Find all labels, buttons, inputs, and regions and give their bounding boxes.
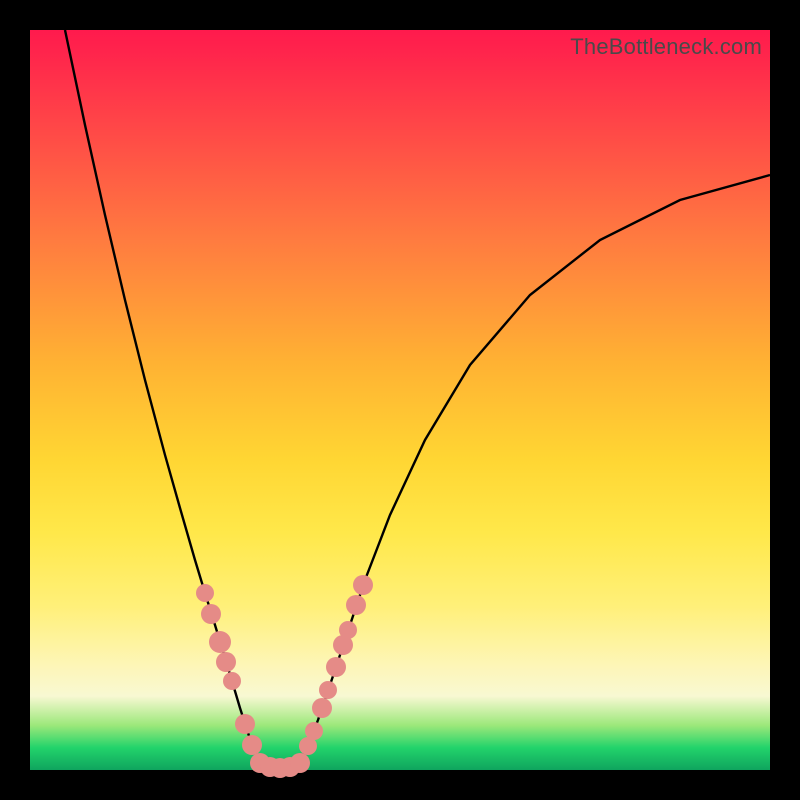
outer-frame: TheBottleneck.com [0,0,800,800]
data-marker [209,631,231,653]
data-marker [216,652,236,672]
data-marker [339,621,357,639]
data-marker [196,584,214,602]
curve-markers [196,575,373,778]
data-marker [201,604,221,624]
data-marker [290,753,310,773]
data-marker [305,722,323,740]
plot-area: TheBottleneck.com [30,30,770,770]
data-marker [353,575,373,595]
data-marker [326,657,346,677]
data-marker [223,672,241,690]
data-marker [346,595,366,615]
data-marker [319,681,337,699]
chart-svg [30,30,770,770]
data-marker [312,698,332,718]
bottleneck-curve [65,30,770,768]
data-marker [242,735,262,755]
data-marker [235,714,255,734]
